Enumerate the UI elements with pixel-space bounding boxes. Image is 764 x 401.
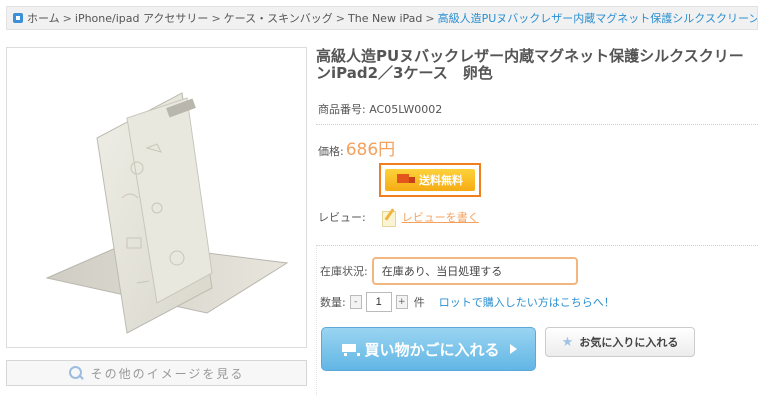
quantity-unit: 件 xyxy=(413,296,425,309)
quantity-decrease-button[interactable]: - xyxy=(349,295,362,309)
truck-icon xyxy=(397,174,415,186)
divider xyxy=(316,124,758,125)
add-to-cart-label: 買い物かごに入れる xyxy=(364,340,500,359)
breadcrumb-new-ipad[interactable]: The New iPad xyxy=(348,12,422,25)
ipad-case-photo xyxy=(45,92,289,334)
breadcrumb-separator: > xyxy=(62,11,72,25)
pencil-icon xyxy=(380,208,398,227)
free-shipping-badge: 送料無料 xyxy=(379,163,481,197)
stock-status-field: 在庫あり、当日処理する xyxy=(371,257,578,285)
stock-label: 在庫状況: xyxy=(320,265,368,278)
breadcrumb-iphone-ipad[interactable]: iPhone/ipad アクセサリー xyxy=(75,10,209,26)
price-label: 価格: xyxy=(318,145,344,158)
product-image[interactable] xyxy=(6,47,307,348)
bulk-purchase-link[interactable]: ロットで購入したい方はこちらへ！ xyxy=(439,294,615,310)
review-row: レビュー: レビューを書く xyxy=(318,208,479,227)
quantity-row: 数量: - + 件 ロットで購入したい方はこちらへ！ xyxy=(320,292,615,312)
breadcrumb-current[interactable]: 高級人造PUヌバックレザー内蔵マグネット保護シルクスクリーンiPad2 xyxy=(438,10,757,26)
price-value: 686円 xyxy=(345,140,396,160)
home-icon[interactable] xyxy=(13,13,23,23)
product-title: 高級人造PUヌバックレザー内蔵マグネット保護シルクスクリーンiPad2／3ケース… xyxy=(316,47,744,82)
breadcrumb-separator: > xyxy=(211,11,221,25)
write-review-link[interactable]: レビューを書く xyxy=(402,209,479,225)
quantity-input[interactable] xyxy=(365,292,392,312)
search-icon xyxy=(68,366,83,380)
quantity-label: 数量: xyxy=(320,296,346,309)
more-images-label: その他のイメージを見る xyxy=(90,366,245,381)
price-row: 価格: 686円 xyxy=(318,135,395,160)
cart-icon xyxy=(340,342,361,356)
star-icon: ★ xyxy=(561,334,574,350)
review-label: レビュー: xyxy=(318,211,366,224)
free-shipping-label: 送料無料 xyxy=(419,174,463,187)
add-to-cart-button[interactable]: 買い物かごに入れる xyxy=(321,327,536,371)
product-sku: 商品番号: AC05LW0002 xyxy=(318,103,443,116)
add-to-favorites-label: お気に入りに入れる xyxy=(579,336,679,349)
free-shipping-inner: 送料無料 xyxy=(385,169,475,191)
breadcrumb: ホーム > iPhone/ipad アクセサリー > ケース・スキンバッグ > … xyxy=(6,6,758,30)
arrow-right-icon xyxy=(509,344,517,354)
stock-row: 在庫状況: 在庫あり、当日処理する xyxy=(320,257,578,285)
breadcrumb-separator: > xyxy=(425,11,435,25)
quantity-increase-button[interactable]: + xyxy=(395,295,408,309)
more-images-button[interactable]: その他のイメージを見る xyxy=(6,360,307,386)
breadcrumb-separator: > xyxy=(335,11,345,25)
breadcrumb-home[interactable]: ホーム xyxy=(27,10,60,26)
add-to-favorites-button[interactable]: ★ お気に入りに入れる xyxy=(545,327,695,357)
breadcrumb-cases[interactable]: ケース・スキンバッグ xyxy=(224,10,333,26)
